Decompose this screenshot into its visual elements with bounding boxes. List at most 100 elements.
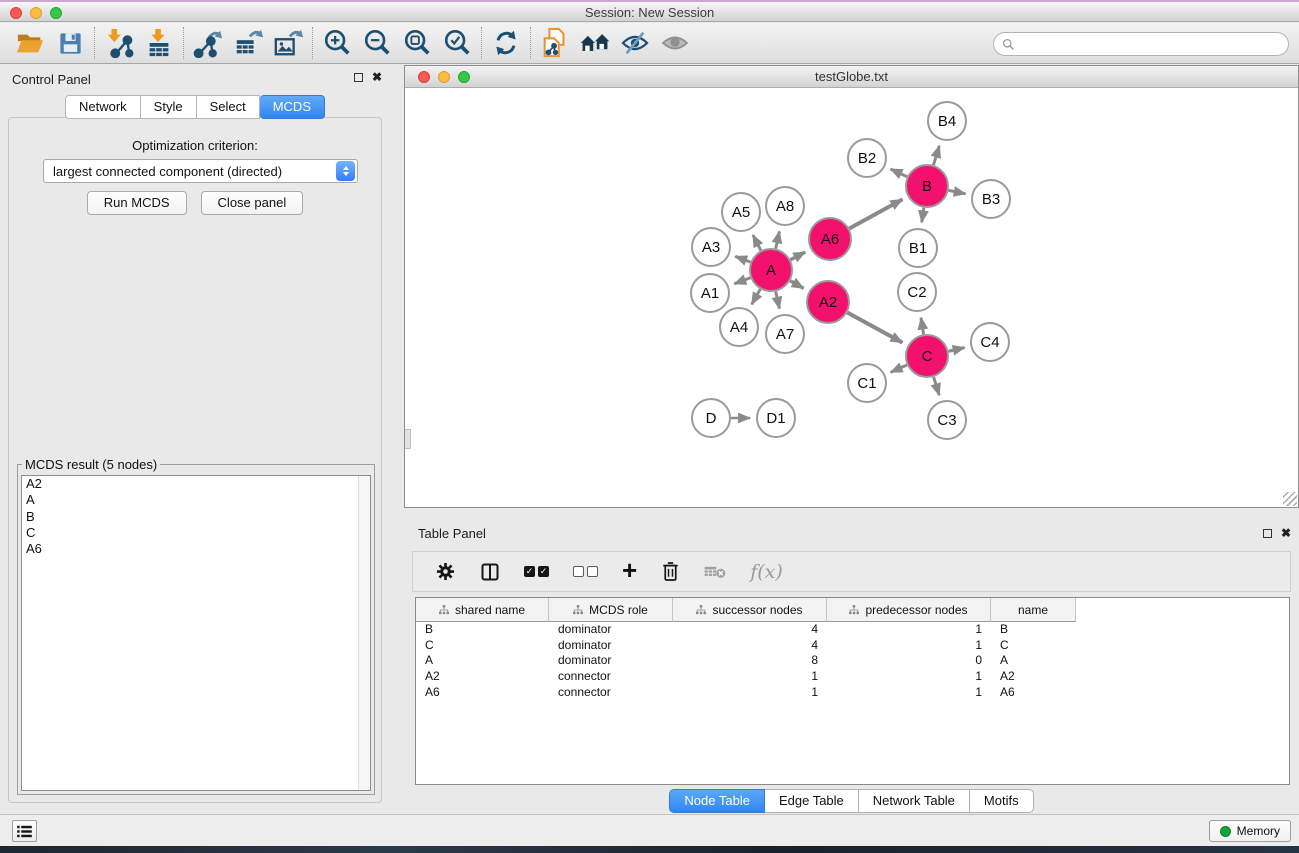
home-button[interactable] [575, 26, 615, 60]
float-table-panel-icon[interactable] [1263, 529, 1272, 538]
table-cell[interactable]: B [416, 622, 549, 638]
search-input[interactable] [1020, 37, 1280, 51]
graph-edge-C-C2[interactable] [921, 318, 924, 335]
graph-node-C4[interactable]: C4 [971, 323, 1009, 361]
column-header-successor-nodes[interactable]: successor nodes [673, 598, 827, 622]
table-cell[interactable]: 1 [827, 622, 991, 638]
graph-node-A6[interactable]: A6 [809, 218, 851, 260]
tab-style[interactable]: Style [141, 95, 197, 119]
node-table[interactable]: shared nameMCDS rolesuccessor nodesprede… [415, 597, 1290, 785]
hide-panels-button[interactable] [615, 26, 655, 60]
export-network-button[interactable] [188, 26, 228, 60]
close-panel-icon[interactable]: ✖ [372, 72, 382, 82]
graph-node-B3[interactable]: B3 [972, 180, 1010, 218]
float-panel-icon[interactable] [354, 73, 363, 82]
column-header-shared-name[interactable]: shared name [416, 598, 549, 622]
table-cell[interactable]: 0 [827, 653, 991, 669]
graph-edge-C-C1[interactable] [891, 365, 907, 372]
table-cell[interactable]: 8 [673, 653, 827, 669]
table-cell[interactable]: dominator [549, 638, 673, 654]
task-history-button[interactable] [12, 820, 37, 842]
tab-motifs[interactable]: Motifs [970, 789, 1034, 813]
graph-node-C2[interactable]: C2 [898, 273, 936, 311]
graph-edge-A2-C[interactable] [847, 313, 902, 343]
column-header-predecessor-nodes[interactable]: predecessor nodes [827, 598, 991, 622]
import-table-button[interactable] [139, 26, 179, 60]
import-network-button[interactable] [99, 26, 139, 60]
table-cell[interactable]: A6 [991, 685, 1076, 701]
tab-node-table[interactable]: Node Table [669, 789, 765, 813]
graph-node-A8[interactable]: A8 [766, 187, 804, 225]
graph-edge-A-A5[interactable] [753, 235, 761, 250]
graph-edge-B-B4[interactable] [933, 146, 939, 165]
result-item[interactable]: A2 [22, 476, 370, 492]
split-view-button[interactable] [480, 562, 500, 582]
refresh-button[interactable] [486, 26, 526, 60]
show-panels-button[interactable] [655, 26, 695, 60]
graph-node-B1[interactable]: B1 [899, 229, 937, 267]
graph-node-D[interactable]: D [692, 399, 730, 437]
graph-edge-B-B1[interactable] [922, 208, 924, 222]
graph-node-A[interactable]: A [750, 249, 792, 291]
network-graph[interactable]: B4B2BB3A5A8A6A3B1AA1C2A2A4A7C4CC1C3DD1 [405, 88, 1298, 507]
table-row[interactable]: Cdominator41C [416, 638, 1289, 654]
select-all-button[interactable]: ✓✓ [524, 566, 549, 577]
graph-edge-B-B2[interactable] [891, 169, 908, 177]
optimization-criterion-select[interactable]: largest connected component (directed) [43, 159, 358, 183]
graph-node-A3[interactable]: A3 [692, 228, 730, 266]
close-table-panel-icon[interactable]: ✖ [1281, 528, 1291, 538]
close-panel-button[interactable]: Close panel [201, 191, 304, 215]
graph-edge-A-A7[interactable] [776, 291, 780, 308]
save-session-button[interactable] [50, 26, 90, 60]
graph-node-C3[interactable]: C3 [928, 401, 966, 439]
graph-edge-C-C4[interactable] [948, 348, 964, 352]
column-header-name[interactable]: name [991, 598, 1076, 622]
table-settings-button[interactable] [435, 561, 456, 582]
table-cell[interactable]: 4 [673, 622, 827, 638]
graph-edge-A6-B[interactable] [849, 199, 902, 228]
graph-node-B4[interactable]: B4 [928, 102, 966, 140]
tab-mcds[interactable]: MCDS [260, 95, 325, 119]
run-mcds-button[interactable]: Run MCDS [87, 191, 187, 215]
result-item[interactable]: C [22, 525, 370, 541]
table-row[interactable]: A6connector11A6 [416, 685, 1289, 701]
table-cell[interactable]: 1 [673, 669, 827, 685]
tab-network-table[interactable]: Network Table [859, 789, 970, 813]
delete-table-button[interactable] [704, 564, 726, 580]
table-cell[interactable]: dominator [549, 653, 673, 669]
graph-edge-B-B3[interactable] [949, 190, 966, 193]
graph-edge-A-A1[interactable] [734, 278, 750, 284]
zoom-out-button[interactable] [357, 26, 397, 60]
add-column-button[interactable]: + [622, 563, 637, 580]
table-cell[interactable]: dominator [549, 622, 673, 638]
table-cell[interactable]: C [991, 638, 1076, 654]
clone-network-button[interactable] [535, 26, 575, 60]
graph-edge-A-A2[interactable] [790, 281, 803, 289]
graph-node-A2[interactable]: A2 [807, 281, 849, 323]
graph-edge-A-A8[interactable] [776, 231, 780, 248]
table-row[interactable]: A2connector11A2 [416, 669, 1289, 685]
zoom-fit-button[interactable] [397, 26, 437, 60]
memory-button[interactable]: Memory [1209, 820, 1291, 842]
deselect-all-button[interactable] [573, 566, 598, 577]
graph-node-B[interactable]: B [906, 165, 948, 207]
splitter-grip[interactable] [405, 429, 411, 449]
graph-node-A4[interactable]: A4 [720, 308, 758, 346]
table-row[interactable]: Bdominator41B [416, 622, 1289, 638]
table-cell[interactable]: C [416, 638, 549, 654]
tab-select[interactable]: Select [197, 95, 260, 119]
result-item[interactable]: A6 [22, 541, 370, 557]
table-cell[interactable]: 1 [827, 669, 991, 685]
mcds-result-list[interactable]: A2ABCA6 [21, 475, 371, 791]
column-header-MCDS-role[interactable]: MCDS role [549, 598, 673, 622]
tab-network[interactable]: Network [65, 95, 141, 119]
zoom-selected-button[interactable] [437, 26, 477, 60]
zoom-in-button[interactable] [317, 26, 357, 60]
table-cell[interactable]: connector [549, 669, 673, 685]
graph-node-C[interactable]: C [906, 335, 948, 377]
graph-edge-A-A3[interactable] [735, 256, 750, 262]
delete-column-button[interactable] [661, 561, 680, 582]
table-cell[interactable]: B [991, 622, 1076, 638]
export-image-button[interactable] [268, 26, 308, 60]
graph-edge-A-A6[interactable] [790, 252, 805, 260]
